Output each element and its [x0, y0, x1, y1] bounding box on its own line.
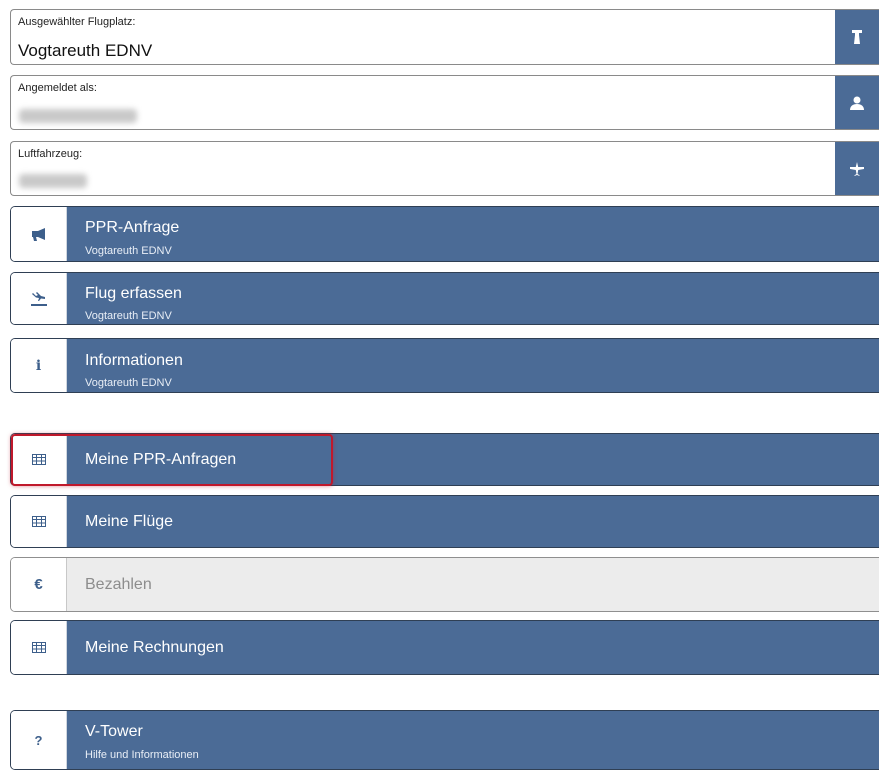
plane-landing-icon [11, 273, 67, 324]
information-card[interactable]: i Informationen Vogtareuth EDNV [10, 338, 879, 393]
airplane-icon [850, 161, 864, 176]
airfield-field[interactable]: Ausgewählter Flugplatz: Vogtareuth EDNV [10, 9, 879, 65]
aircraft-label: Luftfahrzeug: [18, 148, 83, 160]
my-flights-title: Meine Flüge [85, 513, 174, 530]
information-title: Informationen [85, 352, 183, 369]
table-icon [11, 434, 67, 485]
user-button[interactable] [835, 76, 879, 129]
log-flight-card[interactable]: Flug erfassen Vogtareuth EDNV [10, 272, 879, 325]
vtower-title: V-Tower [85, 723, 143, 740]
tower-icon [851, 29, 863, 45]
aircraft-field[interactable]: Luftfahrzeug: [10, 141, 879, 196]
my-ppr-requests-title: Meine PPR-Anfragen [85, 451, 237, 468]
euro-icon: € [11, 558, 66, 611]
question-icon: ? [11, 711, 67, 769]
user-value-redacted [19, 109, 137, 123]
ppr-request-title: PPR-Anfrage [85, 219, 180, 236]
user-field[interactable]: Angemeldet als: [10, 75, 879, 130]
ppr-request-card[interactable]: PPR-Anfrage Vogtareuth EDNV [10, 206, 879, 262]
pay-card[interactable]: € Bezahlen [10, 557, 879, 612]
airfield-value: Vogtareuth EDNV [18, 41, 153, 60]
pay-title: Bezahlen [85, 576, 152, 593]
table-icon [11, 496, 67, 547]
megaphone-icon [11, 207, 67, 261]
tower-button[interactable] [835, 10, 879, 64]
table-icon [11, 621, 67, 674]
airfield-label: Ausgewählter Flugplatz: [18, 16, 136, 28]
my-invoices-title: Meine Rechnungen [85, 639, 224, 656]
info-icon: i [11, 339, 67, 392]
aircraft-button[interactable] [835, 142, 879, 195]
vtower-card[interactable]: ? V-Tower Hilfe und Informationen [10, 710, 879, 770]
user-icon [850, 96, 864, 110]
ppr-request-subtitle: Vogtareuth EDNV [85, 245, 172, 257]
aircraft-value-redacted [19, 174, 87, 188]
my-flights-card[interactable]: Meine Flüge [10, 495, 879, 548]
user-label: Angemeldet als: [18, 82, 97, 94]
vtower-subtitle: Hilfe und Informationen [85, 749, 199, 761]
log-flight-title: Flug erfassen [85, 285, 182, 302]
my-ppr-requests-card[interactable]: Meine PPR-Anfragen [10, 433, 879, 486]
log-flight-subtitle: Vogtareuth EDNV [85, 310, 172, 322]
information-subtitle: Vogtareuth EDNV [85, 377, 172, 389]
my-invoices-card[interactable]: Meine Rechnungen [10, 620, 879, 675]
